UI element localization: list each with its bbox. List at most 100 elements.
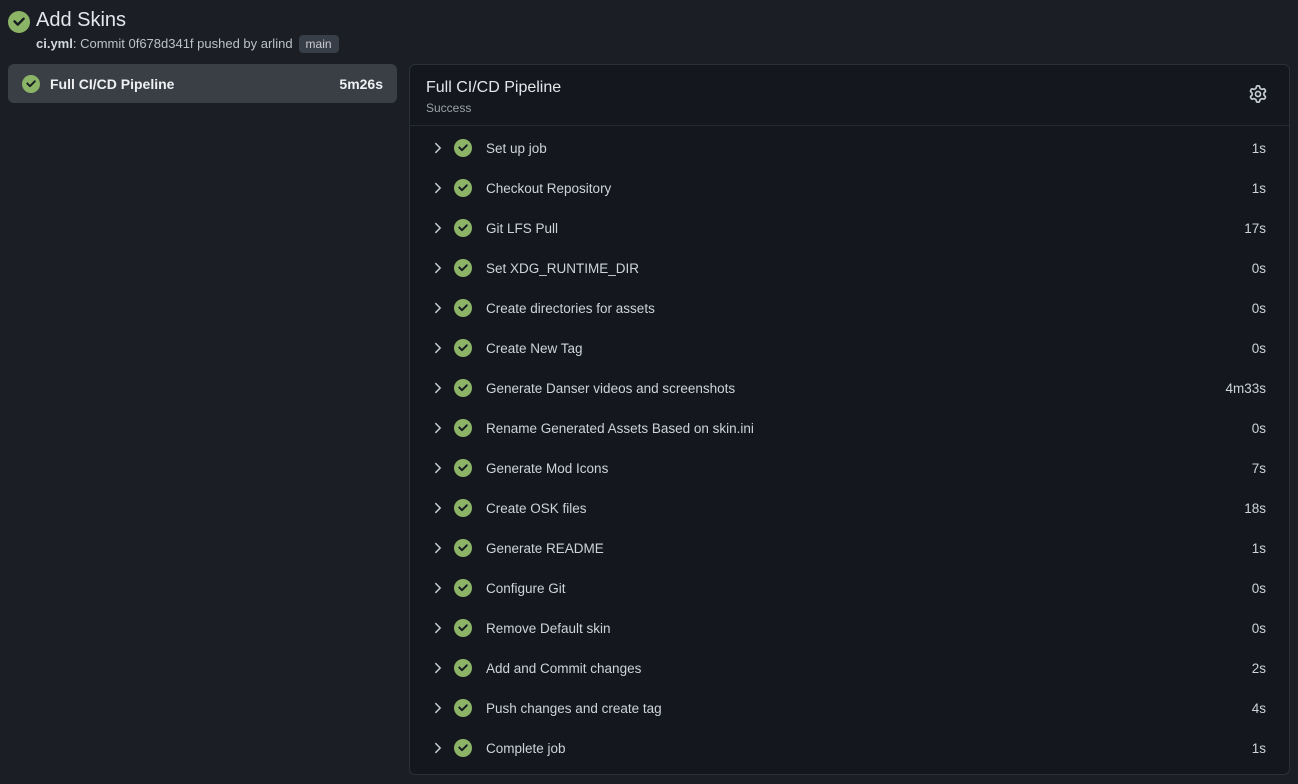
step-row[interactable]: Rename Generated Assets Based on skin.in…	[410, 408, 1289, 448]
chevron-right-icon[interactable]	[431, 541, 445, 555]
commit-text: : Commit 0f678d341f pushed by arlind	[73, 36, 293, 51]
chevron-right-icon[interactable]	[431, 261, 445, 275]
step-row[interactable]: Create New Tag 0s	[410, 328, 1289, 368]
check-circle-icon	[454, 659, 472, 677]
job-status-text: Success	[426, 101, 561, 115]
chevron-right-icon[interactable]	[431, 741, 445, 755]
step-duration: 7s	[1252, 461, 1266, 476]
step-row[interactable]: Generate README 1s	[410, 528, 1289, 568]
run-title: Add Skins	[36, 8, 339, 33]
run-header-text: Add Skins ci.yml: Commit 0f678d341f push…	[36, 8, 339, 53]
step-duration: 4s	[1252, 701, 1266, 716]
check-circle-icon	[454, 299, 472, 317]
job-log-panel: Full CI/CD Pipeline Success Set up job 1…	[409, 64, 1290, 775]
chevron-right-icon[interactable]	[431, 181, 445, 195]
workflow-file-name: ci.yml	[36, 36, 73, 51]
chevron-right-icon[interactable]	[431, 301, 445, 315]
chevron-right-icon[interactable]	[431, 461, 445, 475]
step-row[interactable]: Push changes and create tag 4s	[410, 688, 1289, 728]
step-row[interactable]: Set up job 1s	[410, 128, 1289, 168]
step-name: Generate Mod Icons	[486, 461, 608, 476]
step-duration: 0s	[1252, 621, 1266, 636]
check-circle-icon	[454, 619, 472, 637]
check-circle-icon	[454, 539, 472, 557]
chevron-right-icon[interactable]	[431, 621, 445, 635]
chevron-right-icon[interactable]	[431, 501, 445, 515]
check-circle-icon	[454, 379, 472, 397]
chevron-right-icon[interactable]	[431, 701, 445, 715]
step-duration: 0s	[1252, 581, 1266, 596]
check-circle-icon	[454, 699, 472, 717]
step-row[interactable]: Set XDG_RUNTIME_DIR 0s	[410, 248, 1289, 288]
step-row[interactable]: Generate Mod Icons 7s	[410, 448, 1289, 488]
job-panel-title: Full CI/CD Pipeline	[426, 78, 561, 98]
job-duration: 5m26s	[339, 76, 383, 92]
commit-summary: ci.yml: Commit 0f678d341f pushed by arli…	[36, 35, 293, 53]
job-panel-header: Full CI/CD Pipeline Success	[410, 65, 1289, 125]
step-name: Set XDG_RUNTIME_DIR	[486, 261, 639, 276]
check-circle-icon	[454, 179, 472, 197]
step-name: Set up job	[486, 141, 547, 156]
chevron-right-icon[interactable]	[431, 421, 445, 435]
check-circle-icon	[454, 739, 472, 757]
run-subtitle: ci.yml: Commit 0f678d341f pushed by arli…	[36, 35, 339, 53]
step-row[interactable]: Configure Git 0s	[410, 568, 1289, 608]
step-row[interactable]: Remove Default skin 0s	[410, 608, 1289, 648]
branch-badge[interactable]: main	[299, 35, 339, 53]
step-row[interactable]: Create directories for assets 0s	[410, 288, 1289, 328]
step-duration: 0s	[1252, 421, 1266, 436]
step-duration: 0s	[1252, 261, 1266, 276]
check-circle-icon	[454, 499, 472, 517]
check-circle-icon	[454, 339, 472, 357]
chevron-right-icon[interactable]	[431, 341, 445, 355]
step-row[interactable]: Git LFS Pull 17s	[410, 208, 1289, 248]
step-row[interactable]: Complete job 1s	[410, 728, 1289, 768]
chevron-right-icon[interactable]	[431, 661, 445, 675]
check-circle-icon	[454, 579, 472, 597]
chevron-right-icon[interactable]	[431, 381, 445, 395]
step-duration: 2s	[1252, 661, 1266, 676]
jobs-sidebar: Full CI/CD Pipeline 5m26s	[8, 64, 397, 103]
step-name: Rename Generated Assets Based on skin.in…	[486, 421, 754, 436]
check-circle-icon	[454, 259, 472, 277]
step-duration: 4m33s	[1225, 381, 1266, 396]
step-row[interactable]: Create OSK files 18s	[410, 488, 1289, 528]
run-content: Full CI/CD Pipeline 5m26s Full CI/CD Pip…	[0, 64, 1298, 775]
step-duration: 1s	[1252, 141, 1266, 156]
chevron-right-icon[interactable]	[431, 581, 445, 595]
check-circle-icon	[454, 219, 472, 237]
job-panel-titles: Full CI/CD Pipeline Success	[426, 78, 561, 115]
step-name: Create OSK files	[486, 501, 587, 516]
steps-list: Set up job 1s Checkout Repository 1s Git…	[410, 126, 1289, 774]
step-name: Complete job	[486, 741, 566, 756]
step-name: Add and Commit changes	[486, 661, 641, 676]
job-name: Full CI/CD Pipeline	[50, 76, 174, 92]
step-duration: 18s	[1244, 501, 1266, 516]
check-circle-icon	[454, 419, 472, 437]
run-header: Add Skins ci.yml: Commit 0f678d341f push…	[0, 0, 1298, 53]
step-name: Generate README	[486, 541, 604, 556]
chevron-right-icon[interactable]	[431, 221, 445, 235]
job-item-full-ci-cd-pipeline[interactable]: Full CI/CD Pipeline 5m26s	[8, 64, 397, 103]
chevron-right-icon[interactable]	[431, 141, 445, 155]
step-name: Git LFS Pull	[486, 221, 558, 236]
step-duration: 0s	[1252, 341, 1266, 356]
step-duration: 0s	[1252, 301, 1266, 316]
step-name: Create directories for assets	[486, 301, 655, 316]
gear-icon[interactable]	[1249, 85, 1269, 105]
check-circle-icon	[22, 75, 40, 93]
step-duration: 1s	[1252, 741, 1266, 756]
check-circle-icon	[454, 459, 472, 477]
step-name: Checkout Repository	[486, 181, 611, 196]
actions-run-page: Add Skins ci.yml: Commit 0f678d341f push…	[0, 0, 1298, 775]
check-circle-icon	[454, 139, 472, 157]
step-name: Create New Tag	[486, 341, 583, 356]
step-duration: 17s	[1244, 221, 1266, 236]
step-name: Remove Default skin	[486, 621, 611, 636]
step-row[interactable]: Checkout Repository 1s	[410, 168, 1289, 208]
step-duration: 1s	[1252, 181, 1266, 196]
step-name: Push changes and create tag	[486, 701, 662, 716]
run-status-check-circle-icon	[8, 11, 30, 33]
step-row[interactable]: Generate Danser videos and screenshots 4…	[410, 368, 1289, 408]
step-row[interactable]: Add and Commit changes 2s	[410, 648, 1289, 688]
